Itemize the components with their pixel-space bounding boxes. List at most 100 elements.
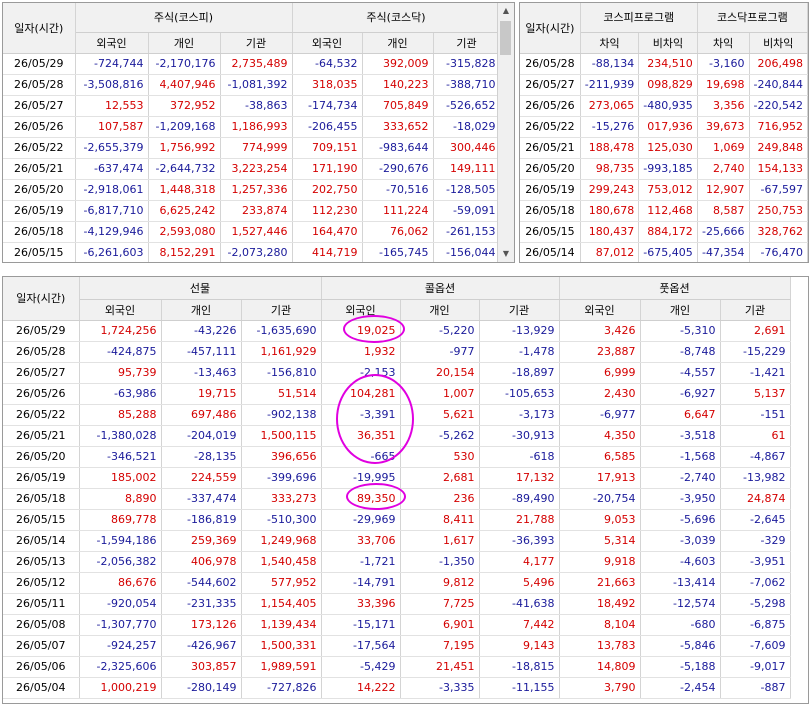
table-row[interactable]: 26/05/20 98,735 -993,185 2,740 154,133	[520, 158, 808, 180]
value-cell: 1,724,256	[79, 320, 162, 342]
column-header[interactable]: 비차익	[638, 32, 698, 54]
table-row[interactable]: 26/05/26 107,587 -1,209,168 1,186,993 -206,4…	[3, 116, 501, 138]
column-header[interactable]: 차익	[697, 32, 750, 54]
value-cell: -5,310	[640, 320, 721, 342]
column-header[interactable]: 비차익	[749, 32, 808, 54]
value-cell: -315,828	[433, 53, 501, 75]
value-cell: -29,969	[321, 509, 401, 531]
column-header[interactable]: 개인	[148, 32, 221, 54]
value-cell: 303,857	[161, 656, 242, 678]
table-row[interactable]: 26/05/28 -88,134 234,510 -3,160 206,498	[520, 53, 808, 75]
table-row[interactable]: 26/05/20 -346,521 -28,135 396,656 -665 530 -61…	[3, 446, 791, 468]
value-cell: -36,393	[479, 530, 560, 552]
value-cell: 414,719	[292, 242, 363, 262]
table-row[interactable]: 26/05/04 1,000,219 -280,149 -727,826 14,222-…	[3, 677, 791, 699]
date-column-header[interactable]: 일자(시간)	[520, 3, 581, 54]
value-cell: 112,468	[638, 200, 698, 222]
table-row[interactable]: 26/05/28 -3,508,816 4,407,946 -1,081,392 318…	[3, 74, 501, 96]
column-header[interactable]: 기관	[479, 299, 560, 321]
date-cell: 26/05/15	[3, 242, 76, 262]
value-cell: -13,463	[161, 362, 242, 384]
table-row[interactable]: 26/05/22 -2,655,379 1,756,992 774,999 709,15…	[3, 137, 501, 159]
value-cell: -47,354	[697, 242, 750, 262]
table-row[interactable]: 26/05/18 8,890 -337,474 333,273 89,350 236 -89…	[3, 488, 791, 510]
table-row[interactable]: 26/05/26 -63,986 19,715 51,514 104,281 1,007-…	[3, 383, 791, 405]
date-cell: 26/05/14	[520, 242, 581, 262]
value-cell: 7,442	[479, 614, 560, 636]
date-cell: 26/05/21	[520, 137, 581, 159]
table-row[interactable]: 26/05/21 -1,380,028 -204,019 1,500,115 36,35…	[3, 425, 791, 447]
column-header[interactable]: 개인	[161, 299, 242, 321]
table-row[interactable]: 26/05/19 299,243 753,012 12,907 -67,597	[520, 179, 808, 201]
table-row[interactable]: 26/05/14 87,012 -675,405 -47,354 -76,470	[520, 242, 808, 262]
table-row[interactable]: 26/05/22 -15,276 017,936 39,673 716,952	[520, 116, 808, 138]
value-cell: -727,826	[241, 677, 322, 699]
table-row[interactable]: 26/05/13 -2,056,382 406,978 1,540,458 -1,721…	[3, 551, 791, 573]
table-row[interactable]: 26/05/26 273,065 -480,935 3,356 -220,542	[520, 95, 808, 117]
table-row[interactable]: 26/05/27 12,553 372,952 -38,863 -174,734 705,…	[3, 95, 501, 117]
column-header[interactable]: 차익	[580, 32, 640, 54]
scrollbar-thumb[interactable]	[500, 21, 511, 55]
table-row[interactable]: 26/05/20 -2,918,061 1,448,318 1,257,336 202,…	[3, 179, 501, 201]
table-row[interactable]: 26/05/19 185,002 224,559 -399,696 -19,995 2,6…	[3, 467, 791, 489]
table-row[interactable]: 26/05/22 85,288 697,486 -902,138 -3,391 5,621…	[3, 404, 791, 426]
table-row[interactable]: 26/05/27 -211,939 098,829 19,698 -240,844	[520, 74, 808, 96]
triangle-up-icon[interactable]: ▲	[498, 3, 514, 19]
date-column-header[interactable]: 일자(시간)	[3, 277, 80, 321]
column-header[interactable]: 개인	[640, 299, 721, 321]
date-cell: 26/05/27	[520, 74, 581, 96]
kospi-program-group-header: 코스피프로그램	[580, 3, 698, 33]
table-row[interactable]: 26/05/06 -2,325,606 303,857 1,989,591 -5,429…	[3, 656, 791, 678]
column-header[interactable]: 외국인	[75, 32, 149, 54]
column-header[interactable]: 개인	[400, 299, 480, 321]
column-header[interactable]: 외국인	[321, 299, 401, 321]
value-cell: 107,587	[75, 116, 149, 138]
value-cell: 333,652	[362, 116, 434, 138]
value-cell: 372,952	[148, 95, 221, 117]
table-row[interactable]: 26/05/18 180,678 112,468 8,587 250,753	[520, 200, 808, 222]
table-row[interactable]: 26/05/15 180,437 884,172 -25,666 328,762	[520, 221, 808, 243]
table-row[interactable]: 26/05/07 -924,257 -426,967 1,500,331 -17,564…	[3, 635, 791, 657]
table-row[interactable]: 26/05/29 1,724,256 -43,226 -1,635,690 19,025…	[3, 320, 791, 342]
column-header[interactable]: 기관	[241, 299, 322, 321]
stock-panel-scrollbar[interactable]: ▲ ▼	[497, 3, 514, 262]
table-row[interactable]: 26/05/28 -424,875 -457,111 1,161,929 1,932 -9…	[3, 341, 791, 363]
value-cell: -220,542	[749, 95, 808, 117]
table-row[interactable]: 26/05/21 188,478 125,030 1,069 249,848	[520, 137, 808, 159]
value-cell: -156,810	[241, 362, 322, 384]
column-header[interactable]: 개인	[362, 32, 434, 54]
value-cell: -2,073,280	[220, 242, 293, 262]
value-cell: 17,132	[479, 467, 560, 489]
table-row[interactable]: 26/05/11 -920,054 -231,335 1,154,405 33,396 7…	[3, 593, 791, 615]
column-header[interactable]: 기관	[220, 32, 293, 54]
date-cell: 26/05/27	[3, 95, 76, 117]
value-cell: -70,516	[362, 179, 434, 201]
value-cell: 299,243	[580, 179, 640, 201]
column-header[interactable]: 기관	[433, 32, 501, 54]
table-row[interactable]: 26/05/27 95,739 -13,463 -156,810 -2,153 20,15…	[3, 362, 791, 384]
column-header[interactable]: 외국인	[292, 32, 363, 54]
value-cell: 6,647	[640, 404, 721, 426]
table-row[interactable]: 26/05/15 -6,261,603 8,152,291 -2,073,280 414…	[3, 242, 501, 262]
date-column-header[interactable]: 일자(시간)	[3, 3, 76, 54]
value-cell: 098,829	[638, 74, 698, 96]
column-header[interactable]: 외국인	[79, 299, 162, 321]
value-cell: -105,653	[479, 383, 560, 405]
date-cell: 26/05/11	[3, 593, 80, 615]
date-cell: 26/05/15	[520, 221, 581, 243]
triangle-down-icon[interactable]: ▼	[498, 246, 514, 262]
table-row[interactable]: 26/05/29 -724,744 -2,170,176 2,735,489 -64,5…	[3, 53, 501, 75]
table-row[interactable]: 26/05/21 -637,474 -2,644,732 3,223,254 171,1…	[3, 158, 501, 180]
value-cell: 8,152,291	[148, 242, 221, 262]
table-row[interactable]: 26/05/18 -4,129,946 2,593,080 1,527,446 164,…	[3, 221, 501, 243]
table-row[interactable]: 26/05/14 -1,594,186 259,369 1,249,968 33,706…	[3, 530, 791, 552]
table-row[interactable]: 26/05/08 -1,307,770 173,126 1,139,434 -15,17…	[3, 614, 791, 636]
table-row[interactable]: 26/05/12 86,676 -544,602 577,952 -14,791 9,81…	[3, 572, 791, 594]
value-cell: -156,044	[433, 242, 501, 262]
column-header[interactable]: 외국인	[559, 299, 641, 321]
value-cell: 1,249,968	[241, 530, 322, 552]
table-row[interactable]: 26/05/15 869,778 -186,819 -510,300 -29,969 8,…	[3, 509, 791, 531]
value-cell: -2,170,176	[148, 53, 221, 75]
table-row[interactable]: 26/05/19 -6,817,710 6,625,242 233,874 112,23…	[3, 200, 501, 222]
column-header[interactable]: 기관	[720, 299, 791, 321]
